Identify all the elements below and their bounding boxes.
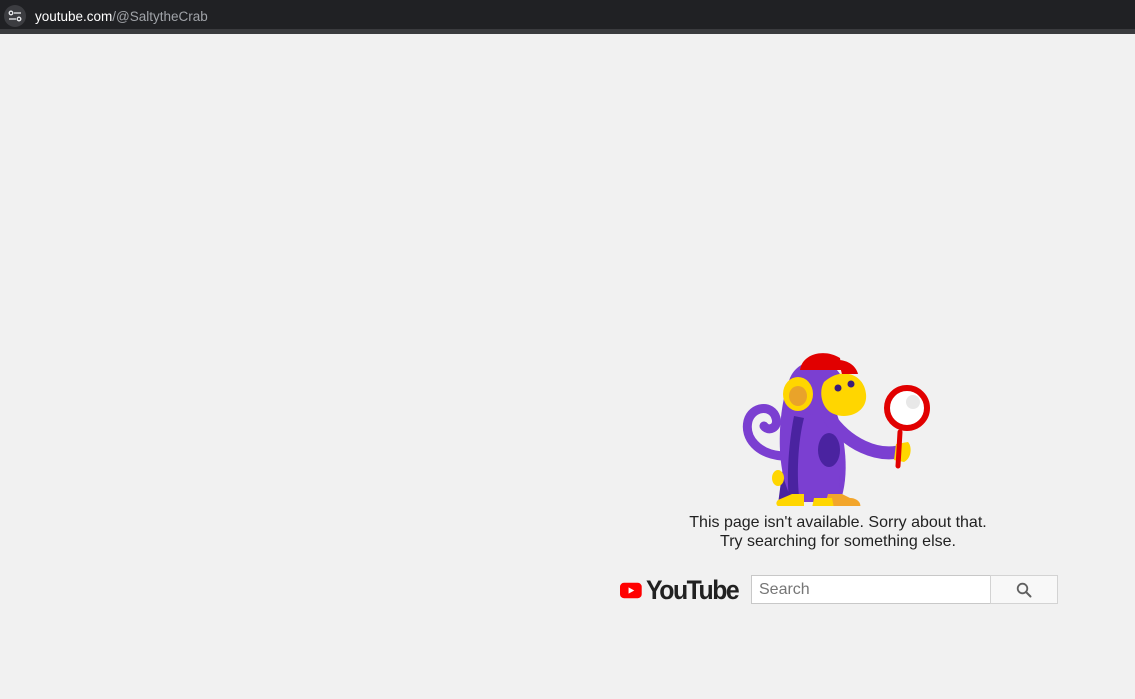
search-button[interactable] bbox=[990, 575, 1058, 604]
youtube-logo[interactable]: YouTube bbox=[620, 574, 746, 606]
url-path: /@SaltytheCrab bbox=[112, 9, 208, 24]
error-line-2: Try searching for something else. bbox=[720, 533, 956, 550]
search-icon bbox=[1016, 582, 1032, 597]
search-input[interactable] bbox=[751, 575, 991, 604]
youtube-play-icon bbox=[620, 582, 642, 598]
browser-address-bar: youtube.com/@SaltytheCrab bbox=[0, 0, 1135, 34]
youtube-logo-text: YouTube bbox=[645, 574, 740, 605]
url-domain: youtube.com bbox=[35, 9, 113, 24]
url-text[interactable]: youtube.com/@SaltytheCrab bbox=[35, 9, 208, 25]
error-line-1: This page isn't available. Sorry about t… bbox=[689, 514, 987, 531]
monkey-illustration bbox=[742, 353, 930, 506]
error-message: This page isn't available. Sorry about t… bbox=[638, 513, 1038, 551]
site-info-icon[interactable] bbox=[4, 5, 26, 27]
